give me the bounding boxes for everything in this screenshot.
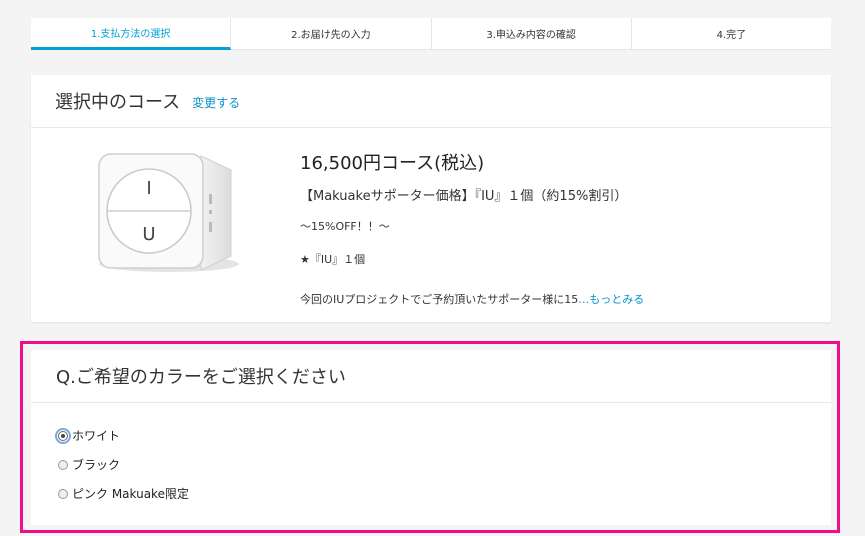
color-question-card: Q.ご希望のカラーをご選択ください ホワイト ブラック ピンク Makuake限… (31, 350, 831, 525)
selected-course-card: 選択中のコース 変更する I U 16,500円コース(税込) 【Makuake… (31, 75, 831, 322)
color-option-pink[interactable]: ピンク Makuake限定 (58, 485, 189, 502)
course-discount-text: 〜15%OFF！！〜 (300, 220, 390, 233)
color-question-header: Q.ご希望のカラーをご選択ください (31, 350, 831, 403)
product-image: I U (98, 153, 239, 272)
product-letter-top: I (146, 178, 151, 199)
step-payment-method[interactable]: 1.支払方法の選択 (31, 18, 232, 50)
course-subtitle: 【Makuakeサポーター価格】『IU』１個（約15%割引） (300, 189, 628, 204)
step-confirm[interactable]: 3.申込み内容の確認 (431, 18, 632, 50)
color-option-white-label: ホワイト (72, 429, 121, 443)
color-option-pink-label: ピンク Makuake限定 (72, 487, 189, 501)
read-more-link[interactable]: …もっとみる (578, 293, 644, 306)
selected-course-title: 選択中のコース (55, 92, 181, 113)
change-course-link[interactable]: 変更する (192, 94, 240, 111)
course-name: 16,500円コース(税込) (300, 153, 485, 174)
course-item-text: ★『IU』１個 (300, 253, 366, 266)
color-option-black[interactable]: ブラック (58, 456, 120, 473)
selected-course-header: 選択中のコース 変更する (31, 75, 831, 128)
progress-steps: 1.支払方法の選択 2.お届け先の入力 3.申込み内容の確認 4.完了 (31, 18, 831, 50)
course-description-text: 今回のIUプロジェクトでご予約頂いたサポーター様に15 (300, 293, 579, 306)
color-option-white[interactable]: ホワイト (55, 427, 121, 444)
course-description: 今回のIUプロジェクトでご予約頂いたサポーター様に15…もっとみる (300, 291, 800, 307)
color-option-black-label: ブラック (72, 458, 121, 472)
step-complete[interactable]: 4.完了 (631, 18, 831, 50)
product-letter-bottom: U (142, 224, 155, 245)
radio-white[interactable] (55, 427, 71, 444)
radio-black[interactable] (58, 459, 68, 470)
color-question-title: Q.ご希望のカラーをご選択ください (56, 367, 346, 388)
step-delivery-address[interactable]: 2.お届け先の入力 (231, 18, 432, 50)
course-info: 16,500円コース(税込) 【Makuakeサポーター価格】『IU』１個（約1… (300, 149, 800, 307)
radio-pink[interactable] (58, 488, 68, 499)
